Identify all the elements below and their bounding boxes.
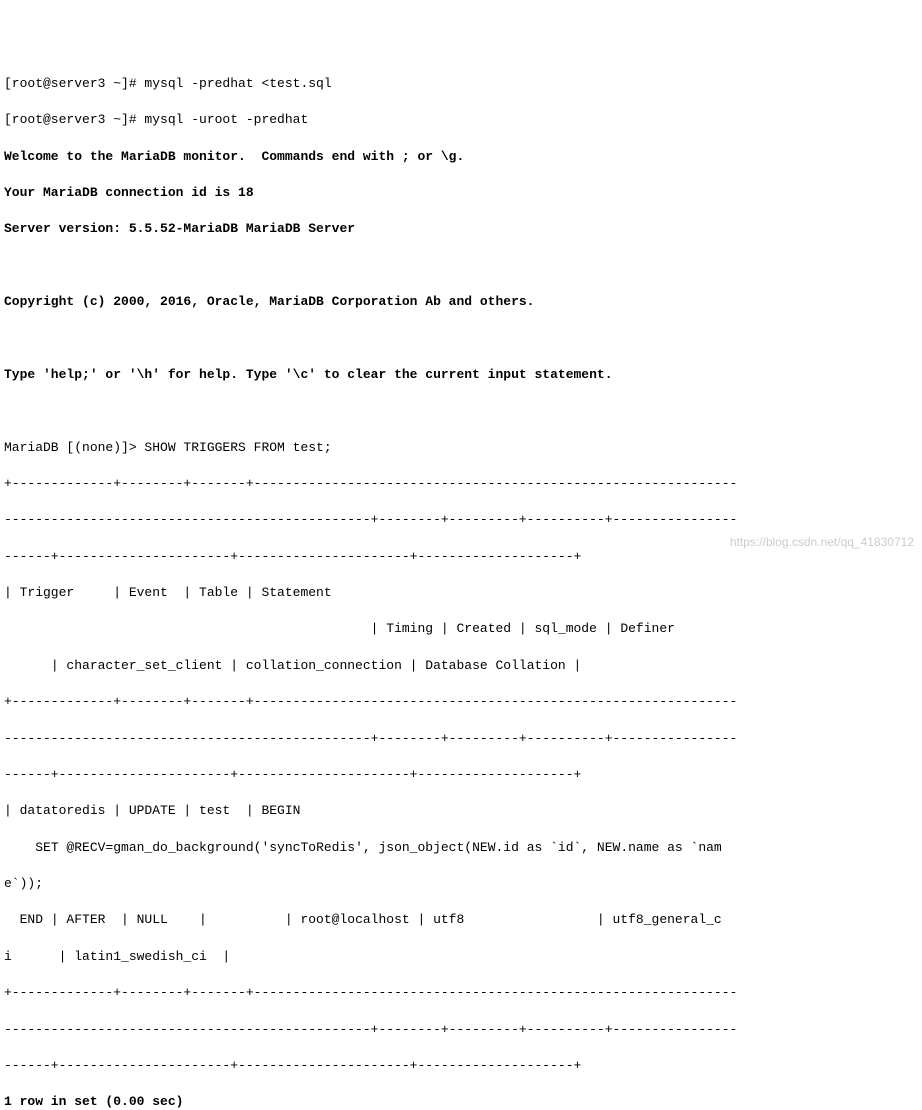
watermark-text: https://blog.csdn.net/qq_41830712 [730,534,914,551]
shell-prompt-line-1: [root@server3 ~]# mysql -predhat <test.s… [4,75,918,93]
mariadb-prompt[interactable]: MariaDB [(none)]> SHOW TRIGGERS FROM tes… [4,439,918,457]
table-header: | Trigger | Event | Table | Statement [4,584,918,602]
blank-line [4,402,918,420]
table-separator: +-------------+--------+-------+--------… [4,984,918,1002]
shell-prompt-line-2: [root@server3 ~]# mysql -uroot -predhat [4,111,918,129]
help-line: Type 'help;' or '\h' for help. Type '\c'… [4,366,918,384]
table-separator: ------+----------------------+----------… [4,766,918,784]
welcome-line-2: Your MariaDB connection id is 18 [4,184,918,202]
blank-line [4,257,918,275]
table-separator: ----------------------------------------… [4,511,918,529]
welcome-line-3: Server version: 5.5.52-MariaDB MariaDB S… [4,220,918,238]
blank-line [4,329,918,347]
table-row: | datatoredis | UPDATE | test | BEGIN [4,802,918,820]
table-separator: ------+----------------------+----------… [4,1057,918,1075]
table-separator: +-------------+--------+-------+--------… [4,475,918,493]
table-header: | character_set_client | collation_conne… [4,657,918,675]
welcome-line-1: Welcome to the MariaDB monitor. Commands… [4,148,918,166]
table-separator: ----------------------------------------… [4,1021,918,1039]
table-row: END | AFTER | NULL | | root@localhost | … [4,911,918,929]
table-row: SET @RECV=gman_do_background('syncToRedi… [4,839,918,857]
table-row: i | latin1_swedish_ci | [4,948,918,966]
copyright-line: Copyright (c) 2000, 2016, Oracle, MariaD… [4,293,918,311]
table-separator: +-------------+--------+-------+--------… [4,693,918,711]
result-footer: 1 row in set (0.00 sec) [4,1093,918,1110]
table-row: e`)); [4,875,918,893]
table-header: | Timing | Created | sql_mode | Definer [4,620,918,638]
table-separator: ----------------------------------------… [4,730,918,748]
